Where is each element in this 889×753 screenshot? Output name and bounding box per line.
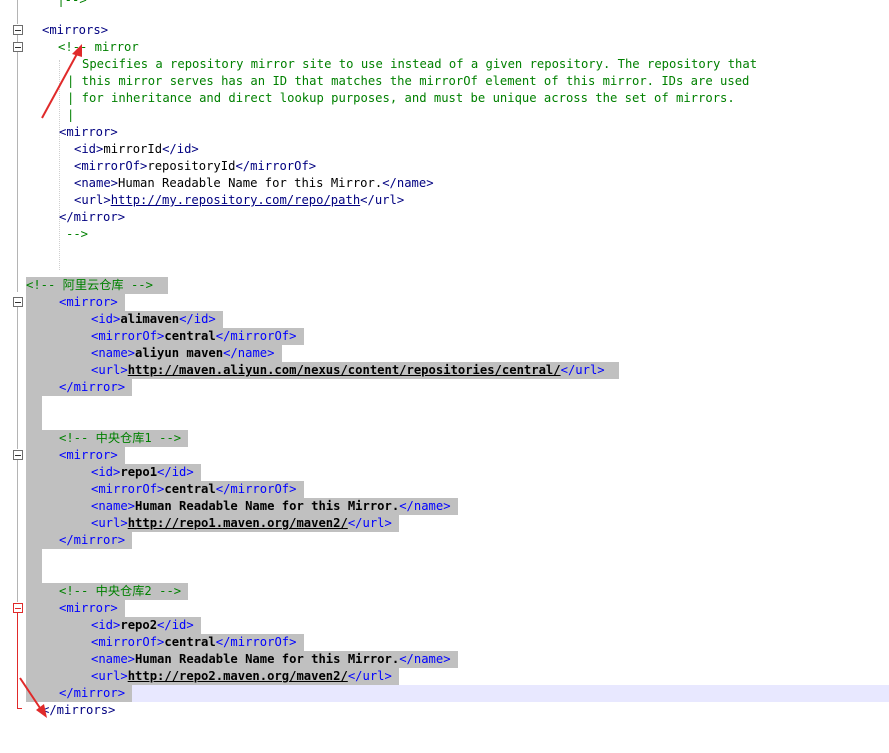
fold-line (17, 613, 18, 708)
code-line: |--> (26, 0, 889, 9)
fold-line (17, 307, 18, 449)
code-line: --> (26, 226, 889, 243)
aliyun-mirrorof-line: <mirrorOf>central</mirrorOf> (91, 328, 304, 345)
repo2-url-link[interactable]: http://repo2.maven.org/maven2/ (128, 669, 348, 683)
repo2-comment: <!-- 中央仓库2 --> (59, 583, 189, 600)
code-line: <!-- 阿里云仓库 --> (26, 277, 889, 294)
code-line: <mirrorOf>central</mirrorOf> (26, 634, 889, 651)
code-line: <id>mirrorId</id> (26, 141, 889, 158)
code-line: <mirror> (26, 447, 889, 464)
mirror-close-tag: </mirror> (59, 379, 133, 396)
code-line: <mirrorOf>repositoryId</mirrorOf> (26, 158, 889, 175)
url-open-tag: <url> (74, 193, 111, 207)
code-line: <mirrors> (26, 22, 889, 39)
code-line: </mirror> (26, 532, 889, 549)
code-line: <url>http://repo2.maven.org/maven2/</url… (26, 668, 889, 685)
code-line (26, 396, 889, 430)
url-close-tag: </url> (360, 193, 405, 207)
code-line (26, 413, 889, 430)
code-line: <mirror> (26, 600, 889, 617)
id-value: mirrorId (103, 142, 163, 156)
fold-minus-icon[interactable] (13, 603, 23, 613)
comment-end: --> (66, 227, 89, 241)
repo2-name-line: <name>Human Readable Name for this Mirro… (91, 651, 458, 668)
fold-end-marker (17, 708, 22, 709)
id-close-tag: </id> (162, 142, 199, 156)
repo1-id-line: <id>repo1</id> (91, 464, 202, 481)
fold-gutter (0, 0, 26, 727)
code-line: </mirrors> (26, 702, 889, 719)
mirror-open-tag: <mirror> (59, 125, 118, 139)
repo1-comment: <!-- 中央仓库1 --> (59, 430, 189, 447)
mirrors-close-tag: </mirrors> (42, 703, 116, 717)
mirror-open-tag: <mirror> (59, 447, 126, 464)
code-line: </mirror> (26, 379, 889, 396)
code-line (26, 566, 889, 583)
code-line: <url>http://my.repository.com/repo/path<… (26, 192, 889, 209)
code-line: <name>aliyun maven</name> (26, 345, 889, 362)
code-line: Specifies a repository mirror site to us… (26, 56, 889, 73)
code-line: | for inheritance and direct lookup purp… (26, 90, 889, 107)
comment-text: | this mirror serves has an ID that matc… (67, 74, 750, 88)
fold-minus-icon[interactable] (13, 25, 23, 35)
code-line: </mirror> (26, 209, 889, 226)
code-line: <id>repo1</id> (26, 464, 889, 481)
code-line: <name>Human Readable Name for this Mirro… (26, 498, 889, 515)
code-line: <mirrorOf>central</mirrorOf> (26, 481, 889, 498)
code-line: <name>Human Readable Name for this Mirro… (26, 175, 889, 192)
mirror-close-tag: </mirror> (59, 210, 126, 224)
aliyun-comment: <!-- 阿里云仓库 --> (26, 277, 168, 294)
code-line: <url>http://maven.aliyun.com/nexus/conte… (26, 362, 889, 379)
mirrors-open-tag: <mirrors> (42, 23, 109, 37)
code-line: | this mirror serves has an ID that matc… (26, 73, 889, 90)
code-line: <!-- mirror (26, 39, 889, 56)
repo1-mirrorof-line: <mirrorOf>central</mirrorOf> (91, 481, 304, 498)
name-close-tag: </name> (382, 176, 434, 190)
repo1-name-line: <name>Human Readable Name for this Mirro… (91, 498, 458, 515)
code-line: <!-- 中央仓库1 --> (26, 430, 889, 447)
mirrorof-open-tag: <mirrorOf> (74, 159, 148, 173)
comment-end: |--> (50, 0, 87, 7)
aliyun-name-line: <name>aliyun maven</name> (91, 345, 282, 362)
mirror-close-tag: </mirror> (59, 685, 133, 702)
code-line: | (26, 107, 889, 124)
repo2-mirrorof-line: <mirrorOf>central</mirrorOf> (91, 634, 304, 651)
mirror-close-tag: </mirror> (59, 532, 133, 549)
code-line: <mirror> (26, 294, 889, 311)
mirror-open-tag: <mirror> (59, 600, 126, 617)
code-line: <url>http://repo1.maven.org/maven2/</url… (26, 515, 889, 532)
aliyun-url-link[interactable]: http://maven.aliyun.com/nexus/content/re… (128, 363, 561, 377)
fold-line (17, 460, 18, 602)
comment-text: | (67, 108, 75, 122)
comment-text: | for inheritance and direct lookup purp… (67, 91, 735, 105)
repo1-url-line: <url>http://repo1.maven.org/maven2/</url… (91, 515, 400, 532)
url-link[interactable]: http://my.repository.com/repo/path (111, 193, 360, 207)
code-line: </mirror> (26, 685, 889, 702)
fold-minus-icon[interactable] (13, 450, 23, 460)
name-value: Human Readable Name for this Mirror. (118, 176, 383, 190)
id-open-tag: <id> (74, 142, 104, 156)
mirror-open-tag: <mirror> (59, 294, 126, 311)
repo1-url-link[interactable]: http://repo1.maven.org/maven2/ (128, 516, 348, 530)
code-line: <mirrorOf>central</mirrorOf> (26, 328, 889, 345)
comment-text: Specifies a repository mirror site to us… (82, 57, 758, 71)
name-open-tag: <name> (74, 176, 119, 190)
code-line: <id>alimaven</id> (26, 311, 889, 328)
code-line: <id>repo2</id> (26, 617, 889, 634)
repo2-url-line: <url>http://repo2.maven.org/maven2/</url… (91, 668, 400, 685)
aliyun-url-line: <url>http://maven.aliyun.com/nexus/conte… (91, 362, 620, 379)
code-line: <!-- 中央仓库2 --> (26, 583, 889, 600)
mirrorof-close-tag: </mirrorOf> (235, 159, 317, 173)
code-line: <mirror> (26, 124, 889, 141)
fold-line (17, 52, 18, 292)
mirrorof-value: repositoryId (147, 159, 236, 173)
fold-minus-icon[interactable] (13, 42, 23, 52)
comment-start: <!-- mirror (58, 40, 139, 54)
aliyun-id-line: <id>alimaven</id> (91, 311, 224, 328)
fold-minus-icon[interactable] (13, 297, 23, 307)
fold-line (17, 0, 18, 24)
code-line: <name>Human Readable Name for this Mirro… (26, 651, 889, 668)
repo2-id-line: <id>repo2</id> (91, 617, 202, 634)
code-line (26, 549, 889, 566)
